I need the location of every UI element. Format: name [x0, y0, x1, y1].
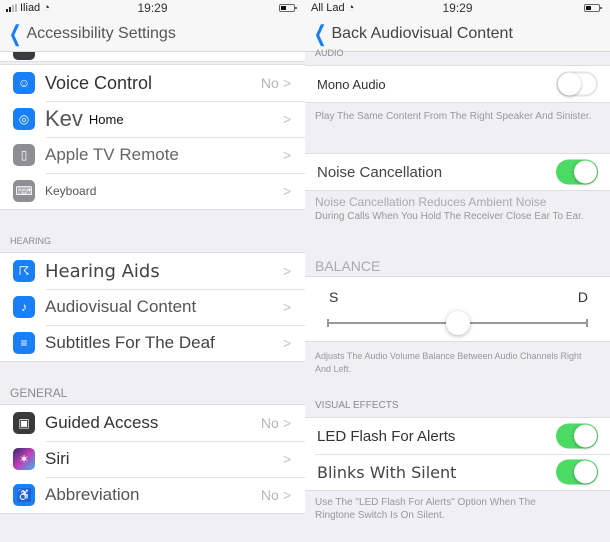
keyboard-icon: ⌨ [13, 180, 35, 202]
siri-icon: ✶ [13, 448, 35, 470]
chevron-right-icon: > [282, 263, 291, 279]
row-label: Hearing Aids [45, 260, 160, 282]
balance-group: S D [305, 276, 610, 342]
row-abbreviation[interactable]: ♿ Abbreviation No > [0, 477, 305, 513]
section-header-hearing: HEARING [10, 236, 52, 246]
subtitles-icon: ≡ [13, 332, 35, 354]
section-header-general: GENERAL [10, 386, 68, 400]
balance-left-label: S [329, 289, 339, 305]
noise-group: Noise Cancellation [305, 153, 610, 191]
row-home-button[interactable]: ◎ Kev Home > [0, 101, 305, 137]
row-label: Kev [45, 106, 83, 131]
visual-effects-group: LED Flash For Alerts Blinks With Silent [305, 417, 610, 491]
row-label: Audiovisual Content [45, 297, 197, 316]
row-label: Siri [45, 449, 70, 468]
balance-footer: Adjusts The Audio Volume Balance Between… [315, 351, 582, 374]
app-icon [13, 52, 35, 60]
chevron-left-icon: ❮ [313, 20, 327, 46]
row-hearing-aids[interactable]: ☈ Hearing Aids > [0, 253, 305, 289]
visual-effects-footer: Use The "LED Flash For Alerts" Option Wh… [315, 497, 536, 521]
back-button[interactable]: ❮ Accessibility Settings [0, 20, 176, 46]
row-keyboard[interactable]: ⌨ Keyboard > [0, 173, 305, 209]
voice-control-icon: ☺ [13, 72, 35, 94]
lock-icon: ▣ [13, 412, 35, 434]
row-label: Subtitles For The Deaf [45, 333, 215, 352]
section-header-audio: AUDIO [315, 48, 344, 58]
chevron-right-icon: > [282, 75, 291, 91]
mono-audio-footer: Play The Same Content From The Right Spe… [315, 111, 592, 122]
chevron-right-icon: > [282, 335, 291, 351]
toggle-knob [574, 424, 597, 448]
back-button[interactable]: ❮ Back Audiovisual Content [305, 20, 513, 46]
row-led-flash[interactable]: LED Flash For Alerts [305, 418, 610, 454]
section-header-balance: BALANCE [315, 258, 381, 274]
nav-bar: ❮ Back Audiovisual Content [305, 16, 610, 52]
chevron-left-icon: ❮ [8, 20, 22, 46]
back-label: Accessibility Settings [26, 24, 176, 42]
toggle-knob [574, 160, 597, 184]
home-button-icon: ◎ [13, 108, 35, 130]
section-header-visual-effects: VISUAL EFFECTS [315, 400, 399, 411]
row-overlay-label: Home [88, 111, 124, 127]
chevron-right-icon: > [282, 415, 291, 431]
row-label: Guided Access [45, 413, 159, 432]
status-bar: All Lad ◔ 19:29 [305, 0, 610, 16]
row-label: Voice Control [45, 72, 153, 93]
clock: 19:29 [442, 1, 473, 15]
general-group: ▣ Guided Access No > ✶ Siri > ♿ Abbrevia… [0, 404, 305, 514]
row-voice-control[interactable]: ☺ Voice Control No > [0, 65, 305, 101]
tv-remote-icon: ▯ [13, 144, 35, 166]
mono-audio-group: Mono Audio [305, 65, 610, 103]
row-mono-audio[interactable]: Mono Audio [305, 66, 610, 102]
row-blink-silent[interactable]: Blinks With Silent [305, 454, 610, 490]
chevron-right-icon: > [282, 299, 291, 315]
partial-row [0, 52, 305, 62]
row-audiovisual-content[interactable]: ♪ Audiovisual Content > [0, 289, 305, 325]
blink-silent-toggle[interactable] [556, 459, 598, 485]
interaction-group: ☺ Voice Control No > ◎ Kev Home > ▯ Appl… [0, 64, 305, 210]
chevron-right-icon: > [282, 147, 291, 163]
row-guided-access[interactable]: ▣ Guided Access No > [0, 405, 305, 441]
chevron-right-icon: > [282, 111, 291, 127]
row-value: No [260, 487, 279, 503]
balance-slider-knob[interactable] [445, 311, 470, 335]
noise-footer-line1: Noise Cancellation Reduces Ambient Noise [315, 195, 547, 209]
row-apple-tv-remote[interactable]: ▯ Apple TV Remote > [0, 137, 305, 173]
status-bar: Iliad ◔ 19:29 [0, 0, 305, 16]
accessibility-icon: ♿ [13, 484, 35, 506]
row-label: Abbreviation [45, 485, 140, 504]
row-label: Apple TV Remote [45, 145, 179, 164]
battery-icon [584, 4, 602, 12]
row-label: Keyboard [45, 184, 97, 198]
row-value: No [260, 415, 279, 431]
audiovisual-icon: ♪ [13, 296, 35, 318]
row-noise-cancellation[interactable]: Noise Cancellation [305, 154, 610, 190]
led-flash-toggle[interactable] [556, 423, 598, 449]
toggle-knob [574, 460, 597, 484]
noise-cancellation-toggle[interactable] [556, 159, 598, 185]
mono-audio-toggle[interactable] [556, 71, 598, 97]
chevron-right-icon: > [282, 487, 291, 503]
chevron-right-icon: > [282, 451, 291, 467]
noise-footer-line2: During Calls When You Hold The Receiver … [315, 211, 584, 222]
accessibility-settings-screen: Iliad ◔ 19:29 ❮ Accessibility Settings ☺… [0, 0, 305, 542]
balance-right-label: D [577, 289, 588, 305]
row-siri[interactable]: ✶ Siri > [0, 441, 305, 477]
row-value: No [260, 75, 279, 91]
nav-bar: ❮ Accessibility Settings [0, 16, 305, 52]
ear-icon: ☈ [13, 260, 35, 282]
hearing-group: ☈ Hearing Aids > ♪ Audiovisual Content >… [0, 252, 305, 362]
toggle-knob [558, 72, 581, 96]
battery-icon [279, 4, 297, 12]
clock: 19:29 [137, 1, 168, 15]
row-subtitles[interactable]: ≡ Subtitles For The Deaf > [0, 325, 305, 361]
audiovisual-content-screen: All Lad ◔ 19:29 ❮ Back Audiovisual Conte… [305, 0, 610, 542]
chevron-right-icon: > [282, 183, 291, 199]
back-label: Back Audiovisual Content [331, 24, 513, 42]
